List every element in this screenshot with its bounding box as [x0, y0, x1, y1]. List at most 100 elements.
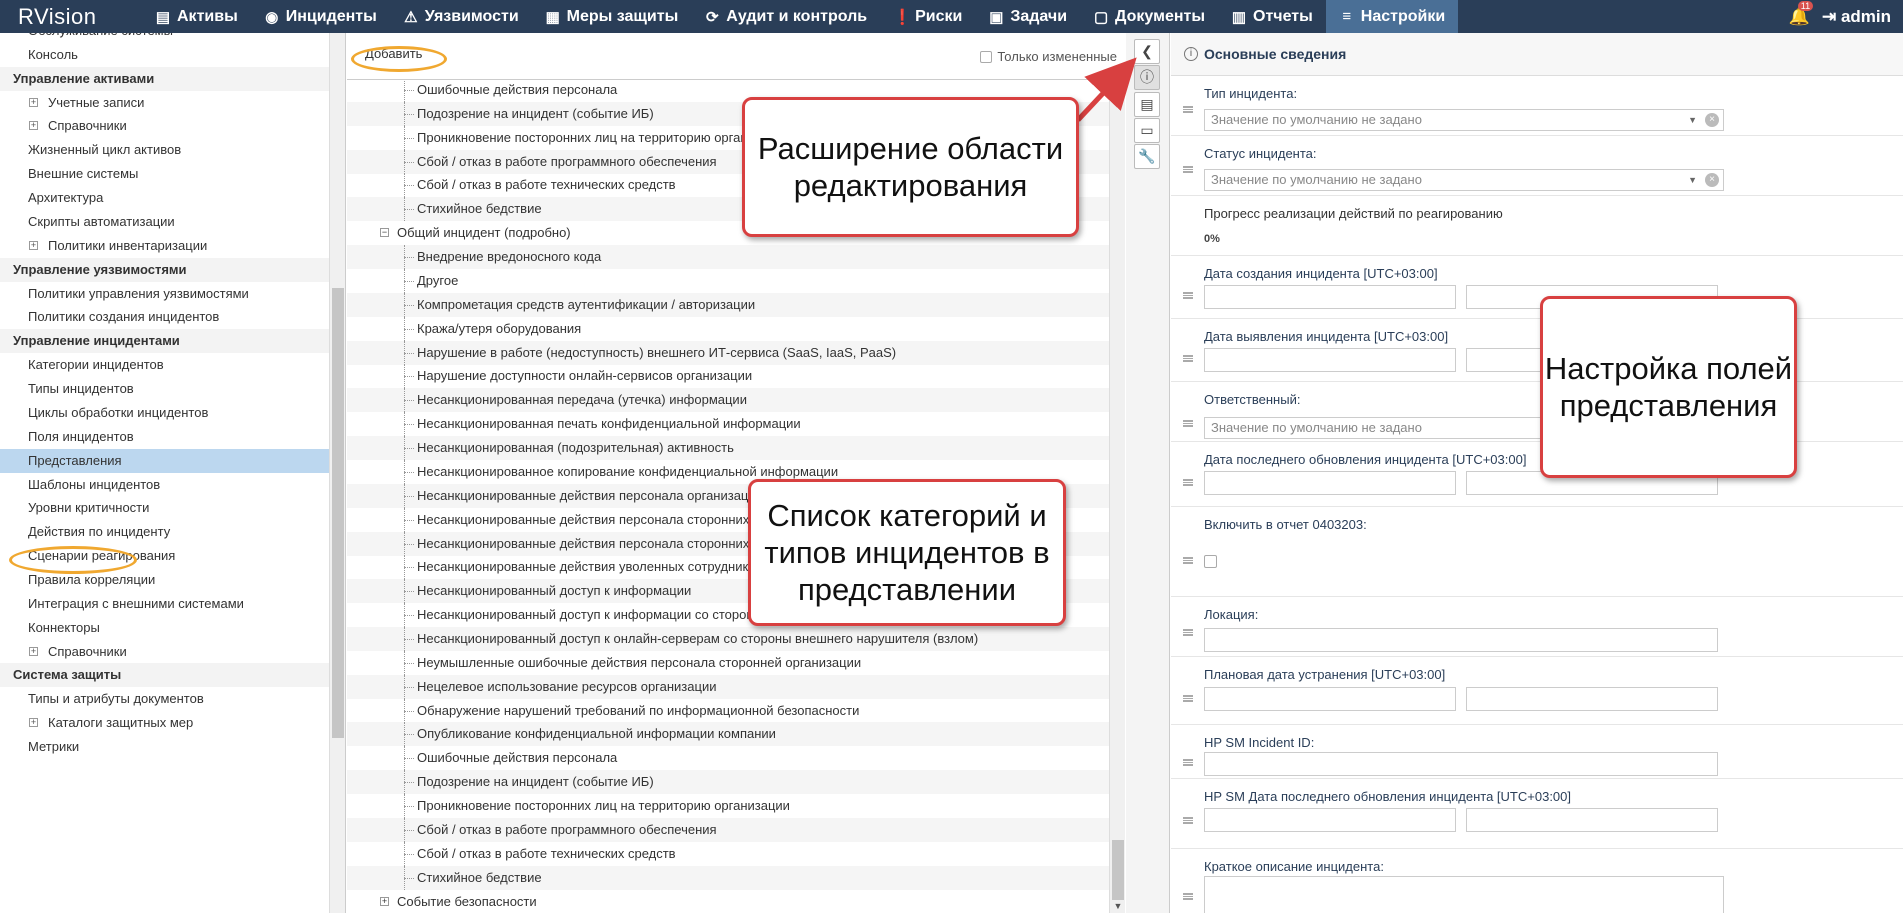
nav-item-8[interactable]: ▥ Отчеты	[1218, 0, 1326, 33]
expand-plus-icon[interactable]: +	[29, 97, 38, 107]
sidebar-group[interactable]: Система защиты	[0, 663, 329, 688]
tree-node[interactable]: Несанкционированный доступ к онлайн-серв…	[347, 627, 1109, 651]
nav-item-7[interactable]: ▢ Документы	[1080, 0, 1218, 33]
detected-date-input[interactable]	[1204, 348, 1456, 372]
tree-node[interactable]: Кража/утеря оборудования	[347, 316, 1109, 341]
tree-node[interactable]: + Событие безопасности	[347, 890, 1109, 913]
drag-handle-icon[interactable]	[1183, 695, 1193, 702]
tree-scrollbar[interactable]: ▲ ▼	[1109, 80, 1125, 913]
nav-item-4[interactable]: ⟳ Аудит и контроль	[691, 0, 880, 33]
sidebar-item[interactable]: Коннекторы	[0, 616, 329, 640]
drag-handle-icon[interactable]	[1183, 420, 1193, 427]
sidebar-scroll-thumb[interactable]	[332, 288, 344, 738]
sidebar-item[interactable]: Жизненный цикл активов	[0, 138, 329, 162]
sidebar-item[interactable]: + Каталоги защитных мер	[0, 711, 329, 735]
sidebar-item[interactable]: Интеграция с внешними системами	[0, 592, 329, 616]
drag-handle-icon[interactable]	[1183, 106, 1193, 113]
nav-item-5[interactable]: ❗ Риски	[880, 0, 975, 33]
drag-handle-icon[interactable]	[1183, 166, 1193, 173]
tree-scroll-thumb[interactable]	[1112, 840, 1124, 900]
notifications-bell-icon[interactable]: 🔔 11	[1789, 0, 1814, 27]
nav-item-1[interactable]: ◉ Инциденты	[251, 0, 390, 33]
clear-icon[interactable]: ×	[1705, 173, 1719, 187]
drag-handle-icon[interactable]	[1183, 479, 1193, 486]
tree-node[interactable]: Несанкционированная (подозрительная) акт…	[347, 436, 1109, 461]
settings-tab-button[interactable]: 🔧	[1134, 144, 1160, 169]
tree-node[interactable]: Несанкционированная передача (утечка) ин…	[347, 388, 1109, 413]
sidebar-item[interactable]: + Учетные записи	[0, 91, 329, 115]
only-changed-checkbox[interactable]	[980, 50, 993, 63]
nav-item-6[interactable]: ▣ Задачи	[975, 0, 1080, 33]
list-tab-button[interactable]: ▤	[1134, 92, 1160, 117]
sidebar-item[interactable]: Консоль	[0, 43, 329, 67]
sidebar-item[interactable]: Представления	[0, 448, 329, 473]
scroll-down-icon[interactable]: ▼	[1112, 901, 1124, 911]
sidebar-item[interactable]: Политики создания инцидентов	[0, 305, 329, 329]
sidebar-item[interactable]: Политики управления уязвимостями	[0, 282, 329, 306]
expand-plus-icon[interactable]: +	[29, 646, 38, 656]
expand-plus-icon[interactable]: +	[29, 718, 38, 728]
sidebar-group[interactable]: Управление уязвимостями	[0, 257, 329, 282]
hp-last-update-time-input[interactable]	[1466, 808, 1718, 832]
tree-node[interactable]: Другое	[347, 268, 1109, 293]
tree-node[interactable]: Компрометация средств аутентификации / а…	[347, 292, 1109, 317]
hp-id-input[interactable]	[1204, 752, 1718, 776]
sidebar-item[interactable]: Типы инцидентов	[0, 377, 329, 401]
sidebar-item[interactable]: Обслуживание системы	[0, 33, 329, 43]
sidebar-item[interactable]: Уровни критичности	[0, 496, 329, 520]
sidebar-item[interactable]: Категории инцидентов	[0, 353, 329, 377]
tree-node[interactable]: Стихийное бедствие	[347, 865, 1109, 890]
info-tab-button[interactable]: ⓘ	[1134, 65, 1160, 90]
tree-node[interactable]: Внедрение вредоносного кода	[347, 245, 1109, 270]
sidebar-item[interactable]: Поля инцидентов	[0, 425, 329, 449]
sidebar-item[interactable]: Архитектура	[0, 186, 329, 210]
incident-status-select[interactable]: Значение по умолчанию не задано ▼ ×	[1204, 169, 1724, 191]
location-input[interactable]	[1204, 628, 1718, 652]
tree-node[interactable]: Нарушение в работе (недоступность) внешн…	[347, 340, 1109, 365]
created-date-input[interactable]	[1204, 285, 1456, 309]
sidebar-item[interactable]: + Справочники	[0, 640, 329, 664]
tree-node[interactable]: Проникновение посторонних лиц на террито…	[347, 794, 1109, 819]
include-report-checkbox[interactable]	[1204, 555, 1217, 568]
nav-item-9[interactable]: ≡ Настройки	[1325, 0, 1459, 33]
last-update-date-input[interactable]	[1204, 471, 1456, 495]
sidebar-scrollbar[interactable]	[330, 33, 346, 913]
short-desc-textarea[interactable]	[1204, 876, 1724, 913]
nav-item-3[interactable]: ▦ Меры защиты	[532, 0, 692, 33]
drag-handle-icon[interactable]	[1183, 355, 1193, 362]
drag-handle-icon[interactable]	[1183, 292, 1193, 299]
only-changed-filter[interactable]: Только измененные	[980, 49, 1117, 64]
tree-node[interactable]: Нецелевое использование ресурсов организ…	[347, 674, 1109, 699]
drag-handle-icon[interactable]	[1183, 893, 1193, 900]
monitor-tab-button[interactable]: ▭	[1134, 118, 1160, 143]
nav-item-2[interactable]: ⚠ Уязвимости	[390, 0, 532, 33]
planned-fix-time-input[interactable]	[1466, 687, 1718, 711]
expand-plus-icon[interactable]: +	[380, 896, 389, 906]
sidebar-item[interactable]: + Политики инвентаризации	[0, 234, 329, 258]
sidebar-item[interactable]: Типы и атрибуты документов	[0, 687, 329, 711]
drag-handle-icon[interactable]	[1183, 817, 1193, 824]
sidebar-item[interactable]: Шаблоны инцидентов	[0, 473, 329, 497]
tree-node[interactable]: Сбой / отказ в работе технических средст…	[347, 841, 1109, 866]
tree-node[interactable]: Ошибочные действия персонала	[347, 746, 1109, 771]
sidebar-group[interactable]: Управление активами	[0, 66, 329, 91]
planned-fix-date-input[interactable]	[1204, 687, 1456, 711]
expand-plus-icon[interactable]: +	[29, 121, 38, 131]
sidebar-item[interactable]: Действия по инциденту	[0, 520, 329, 544]
tree-node[interactable]: Нарушение доступности онлайн-сервисов ор…	[347, 364, 1109, 389]
incident-type-select[interactable]: Значение по умолчанию не задано ▼ ×	[1204, 109, 1724, 131]
drag-handle-icon[interactable]	[1183, 557, 1193, 564]
tree-node[interactable]: Подозрение на инцидент (событие ИБ)	[347, 770, 1109, 795]
sidebar-item[interactable]: Внешние системы	[0, 162, 329, 186]
sidebar-group[interactable]: Управление инцидентами	[0, 329, 329, 354]
drag-handle-icon[interactable]	[1183, 759, 1193, 766]
tree-node[interactable]: Обнаружение нарушений требований по инфо…	[347, 698, 1109, 723]
expand-plus-icon[interactable]: +	[29, 240, 38, 250]
sidebar-item[interactable]: Скрипты автоматизации	[0, 210, 329, 234]
tree-node[interactable]: Опубликование конфиденциальной информаци…	[347, 722, 1109, 747]
sidebar-item[interactable]: + Справочники	[0, 114, 329, 138]
sidebar-item[interactable]: Циклы обработки инцидентов	[0, 401, 329, 425]
hp-last-update-date-input[interactable]	[1204, 808, 1456, 832]
tree-node[interactable]: Неумышленные ошибочные действия персонал…	[347, 650, 1109, 675]
tree-node[interactable]: Несанкционированная печать конфиденциаль…	[347, 412, 1109, 437]
